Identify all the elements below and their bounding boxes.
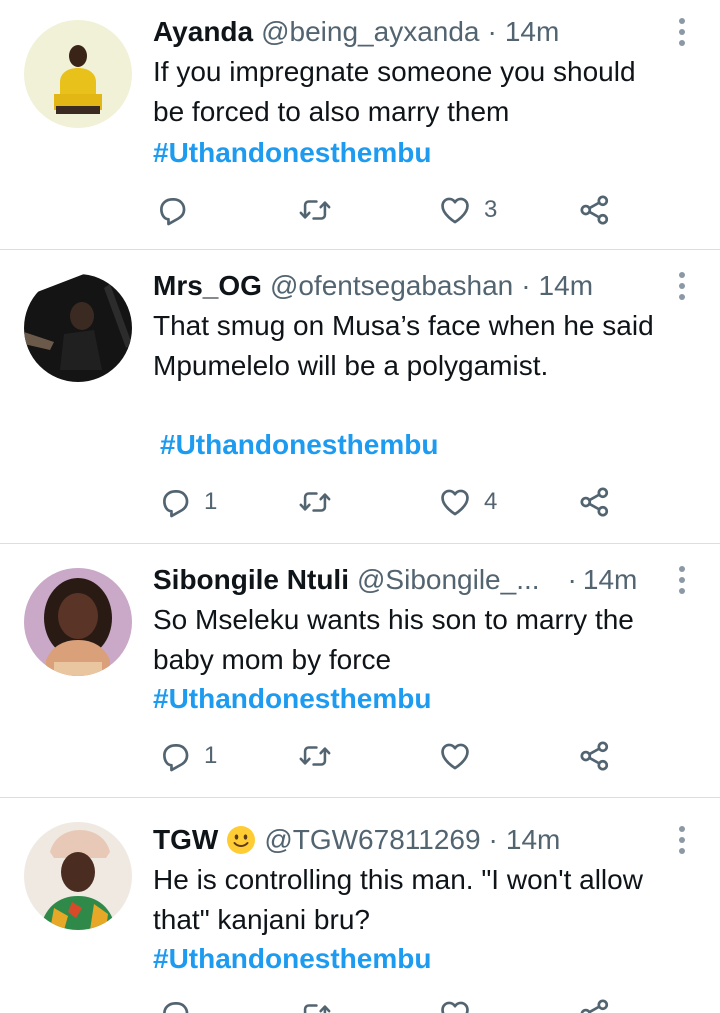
tweet-text-line: He is controlling this man. "I won't all… — [153, 864, 643, 895]
tweet-text-line: that" kanjani bru? — [153, 904, 370, 935]
tweet-text-line: be forced to also marry them — [153, 96, 510, 127]
author-handle[interactable]: @ofentsegabashan — [270, 266, 513, 306]
heart-icon — [438, 739, 472, 773]
like-button[interactable] — [438, 996, 484, 1013]
tweet-text-line: If you impregnate someone you should — [153, 56, 636, 87]
retweet-icon — [298, 997, 332, 1013]
author-handle[interactable]: @Sibongile_... — [357, 560, 540, 600]
tweet-text-line: So Mseleku wants his son to marry the — [153, 604, 634, 635]
retweet-button[interactable] — [298, 996, 332, 1013]
tweet-time[interactable]: 14m — [505, 12, 559, 52]
share-icon — [578, 485, 612, 519]
share-button[interactable] — [578, 738, 612, 774]
tweet-text: So Mseleku wants his son to marry the ba… — [153, 600, 690, 680]
hashtag-link[interactable]: #Uthandonesthembu — [153, 133, 431, 173]
reply-button[interactable]: 1 — [158, 738, 217, 774]
more-vertical-icon[interactable] — [676, 564, 688, 596]
heart-icon — [438, 997, 472, 1013]
author-name[interactable]: Ayanda — [153, 12, 253, 52]
retweet-button[interactable] — [298, 192, 332, 228]
tweet[interactable]: TGW @TGW67811269 · 14m He is controlling… — [0, 798, 720, 1013]
reply-button[interactable] — [155, 192, 201, 228]
tweet-feed: Ayanda @being_ayxanda · 14m If you impre… — [0, 0, 720, 1013]
like-count: 4 — [484, 488, 498, 515]
tweet-time[interactable]: 14m — [539, 266, 593, 306]
avatar[interactable] — [24, 822, 132, 930]
share-button[interactable] — [578, 484, 612, 520]
like-button[interactable] — [438, 738, 484, 774]
author-handle[interactable]: @TGW67811269 — [264, 820, 480, 860]
like-count: 3 — [484, 196, 498, 223]
avatar[interactable] — [24, 20, 132, 128]
avatar[interactable] — [24, 274, 132, 382]
author-handle[interactable]: @being_ayxanda — [261, 12, 479, 52]
tweet-time[interactable]: 14m — [583, 560, 637, 600]
tweet-text: He is controlling this man. "I won't all… — [153, 860, 690, 940]
more-vertical-icon[interactable] — [676, 270, 688, 302]
reply-icon — [158, 485, 192, 519]
avatar[interactable] — [24, 568, 132, 676]
reply-count: 1 — [204, 742, 218, 769]
hashtag-link[interactable]: #Uthandonesthembu — [153, 939, 431, 979]
tweet[interactable]: Mrs_OG @ofentsegabashan · 14m That smug … — [0, 250, 720, 544]
tweet[interactable]: Ayanda @being_ayxanda · 14m If you impre… — [0, 0, 720, 250]
like-button[interactable]: 3 — [438, 192, 497, 228]
tweet-text: That smug on Musa’s face when he said Mp… — [153, 306, 690, 386]
retweet-icon — [298, 193, 332, 227]
hashtag-link[interactable]: #Uthandonesthembu — [160, 425, 438, 465]
reply-button[interactable]: 1 — [158, 484, 217, 520]
tweet[interactable]: Sibongile Ntuli @Sibongile_... · 14m So … — [0, 544, 720, 798]
retweet-button[interactable] — [298, 738, 332, 774]
reply-icon — [155, 193, 189, 227]
share-icon — [578, 997, 612, 1013]
author-name[interactable]: Mrs_OG — [153, 266, 262, 306]
separator-dot: · — [521, 270, 531, 301]
more-vertical-icon[interactable] — [676, 16, 688, 48]
reply-count: 1 — [204, 488, 218, 515]
separator-dot: · — [487, 16, 497, 47]
heart-icon — [438, 485, 472, 519]
smiling-face-emoji — [227, 826, 256, 854]
share-icon — [578, 193, 612, 227]
author-name[interactable]: TGW — [153, 820, 218, 860]
reply-icon — [158, 739, 192, 773]
tweet-text: If you impregnate someone you should be … — [153, 52, 690, 132]
separator-dot: · — [488, 824, 498, 855]
author-name[interactable]: Sibongile Ntuli — [153, 560, 349, 600]
tweet-text-line: baby mom by force — [153, 644, 392, 675]
more-vertical-icon[interactable] — [676, 824, 688, 856]
share-button[interactable] — [578, 192, 612, 228]
reply-icon — [158, 997, 192, 1013]
hashtag-link[interactable]: #Uthandonesthembu — [153, 679, 431, 719]
tweet-text-line: That smug on Musa’s face when he said — [153, 310, 654, 341]
like-button[interactable]: 4 — [438, 484, 497, 520]
tweet-time[interactable]: 14m — [506, 820, 560, 860]
heart-icon — [438, 193, 472, 227]
share-icon — [578, 739, 612, 773]
separator-dot: · — [567, 564, 577, 595]
reply-button[interactable] — [158, 996, 204, 1013]
tweet-text-line: Mpumelelo will be a polygamist. — [153, 350, 549, 381]
retweet-icon — [298, 739, 332, 773]
retweet-icon — [298, 485, 332, 519]
share-button[interactable] — [578, 996, 612, 1013]
retweet-button[interactable] — [298, 484, 332, 520]
